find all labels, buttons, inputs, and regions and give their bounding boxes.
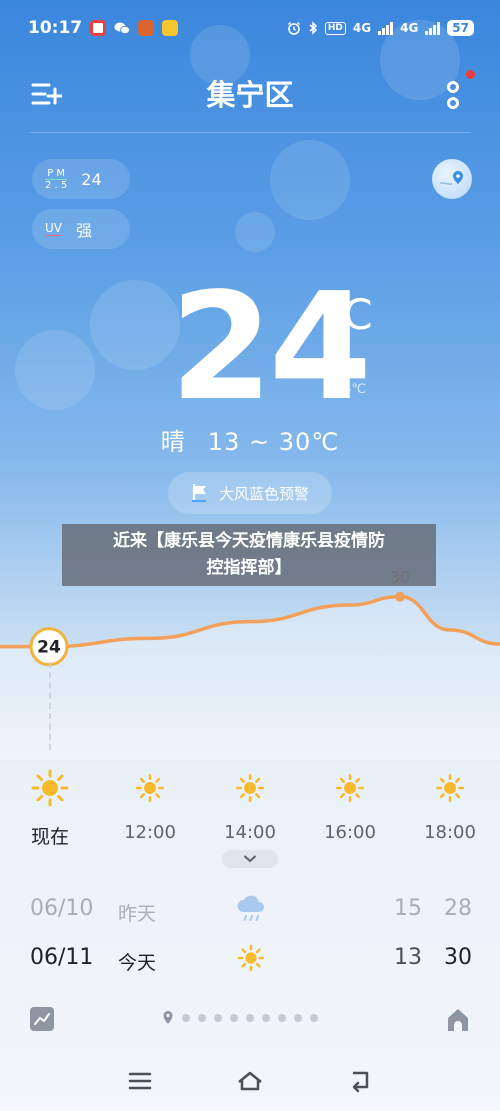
sun-icon	[31, 769, 69, 807]
feels-like-label: 体感	[335, 366, 362, 381]
daily-name: 昨天	[118, 903, 157, 925]
pm25-value: 24	[81, 169, 102, 189]
news-line-1: 近来【康乐县今天疫情康乐县疫情防	[113, 531, 385, 551]
city-page-indicator[interactable]	[162, 1010, 318, 1025]
status-bar: 10:17 HD 4G 4G 57	[0, 0, 500, 56]
daily-low: 13	[394, 945, 422, 970]
sun-icon	[235, 773, 265, 803]
news-overlay-banner[interactable]: 近来【康乐县今天疫情康乐县疫情防 控指挥部】	[62, 524, 436, 586]
network-type-1: 4G	[352, 21, 372, 35]
menu-icon[interactable]	[126, 1068, 154, 1094]
daily-date: 06/11	[30, 945, 94, 970]
page-dot	[246, 1013, 254, 1022]
status-bar-left: 10:17	[28, 18, 179, 38]
page-dot	[262, 1013, 270, 1022]
current-time-marker	[49, 662, 51, 750]
trend-icon[interactable]	[30, 1007, 54, 1031]
hourly-time: 12:00	[124, 822, 176, 843]
location-pin-icon	[439, 171, 463, 185]
network-type-2: 4G	[400, 21, 419, 35]
page-dot	[310, 1013, 318, 1022]
card-app-icon	[162, 20, 179, 36]
signal-icon	[378, 21, 394, 35]
hourly-item[interactable]: 18:00	[400, 768, 500, 843]
map-button[interactable]	[432, 159, 472, 199]
page-dot	[182, 1013, 190, 1022]
cloud-rain-icon	[237, 895, 264, 921]
location-dot-icon	[163, 1011, 173, 1024]
notification-app-icon	[90, 20, 107, 36]
daily-date: 06/10	[30, 896, 94, 921]
page-dot	[198, 1013, 206, 1022]
daily-high: 30	[444, 945, 472, 970]
bear-app-icon	[138, 20, 155, 36]
uv-value: 强	[76, 221, 93, 240]
warning-flag-icon	[191, 483, 206, 503]
feels-like-value: 24℃	[335, 382, 367, 397]
uv-pill[interactable]: UV 强	[32, 209, 130, 249]
hd-badge: HD	[324, 21, 346, 35]
uv-tag-label: UV	[45, 220, 62, 236]
hourly-item[interactable]: 16:00	[300, 768, 400, 843]
page-dot	[214, 1013, 222, 1022]
daily-row-yesterday[interactable]: 06/10 昨天 15 28	[0, 895, 500, 936]
weather-alert-button[interactable]: 大风蓝色预警	[168, 472, 332, 514]
condition-text: 晴	[160, 428, 186, 456]
background-cloud	[90, 280, 180, 370]
hourly-time: 16:00	[324, 822, 376, 843]
signal-icon	[425, 21, 441, 35]
pm25-tag-top: P M	[45, 168, 68, 180]
back-icon[interactable]	[347, 1068, 375, 1094]
page-dot	[294, 1013, 302, 1022]
news-line-2: 控指挥部】	[206, 558, 292, 578]
temperature-unit: ℃	[326, 290, 374, 339]
alarm-icon	[287, 22, 300, 35]
daily-low: 15	[394, 896, 422, 921]
hourly-time: 14:00	[224, 822, 276, 843]
condition-line: 晴 13 ~ 30℃	[0, 422, 500, 457]
daily-name: 今天	[118, 952, 157, 974]
header-divider	[30, 132, 470, 133]
pm25-tag: P M 2 . 5	[45, 168, 68, 191]
background-cloud	[15, 330, 95, 410]
hourly-time: 现在	[30, 826, 69, 848]
page-dot	[230, 1013, 238, 1022]
status-time: 10:17	[28, 18, 83, 38]
sun-icon	[135, 773, 165, 803]
bluetooth-icon	[309, 21, 317, 35]
background-cloud	[270, 140, 350, 220]
chart-max-point	[395, 591, 405, 602]
background-cloud	[235, 212, 275, 252]
battery-indicator: 57	[447, 20, 474, 36]
hourly-item[interactable]: 12:00	[100, 768, 200, 843]
home-weather-icon[interactable]	[446, 1007, 470, 1033]
notification-dot	[466, 70, 475, 79]
city-title[interactable]: 集宁区	[0, 72, 500, 114]
status-bar-right: HD 4G 4G 57	[287, 20, 474, 36]
chart-current-label: 24	[37, 638, 61, 658]
temperature-range: 13 ~ 30℃	[207, 428, 340, 456]
alert-text: 大风蓝色预警	[218, 484, 309, 503]
home-icon[interactable]	[236, 1068, 264, 1094]
chevron-down-icon	[244, 855, 256, 863]
page-dot	[278, 1013, 286, 1022]
pm25-tag-bottom: 2 . 5	[45, 179, 68, 191]
sun-icon	[335, 773, 365, 803]
sun-icon	[237, 944, 265, 972]
pm25-pill[interactable]: P M 2 . 5 24	[32, 159, 130, 199]
hourly-item[interactable]: 14:00	[200, 768, 300, 843]
hourly-item-now[interactable]: 现在	[0, 768, 100, 849]
temperature-trend-chart: 30 24	[0, 568, 500, 760]
wechat-icon	[114, 20, 131, 36]
daily-row-today[interactable]: 06/11 今天 13 30	[0, 944, 500, 985]
hourly-time: 18:00	[424, 822, 476, 843]
more-options-icon[interactable]	[440, 78, 468, 114]
daily-high: 28	[444, 896, 472, 921]
expand-forecast-button[interactable]	[222, 850, 278, 868]
uv-tag: UV	[45, 220, 62, 236]
sun-icon	[435, 773, 465, 803]
